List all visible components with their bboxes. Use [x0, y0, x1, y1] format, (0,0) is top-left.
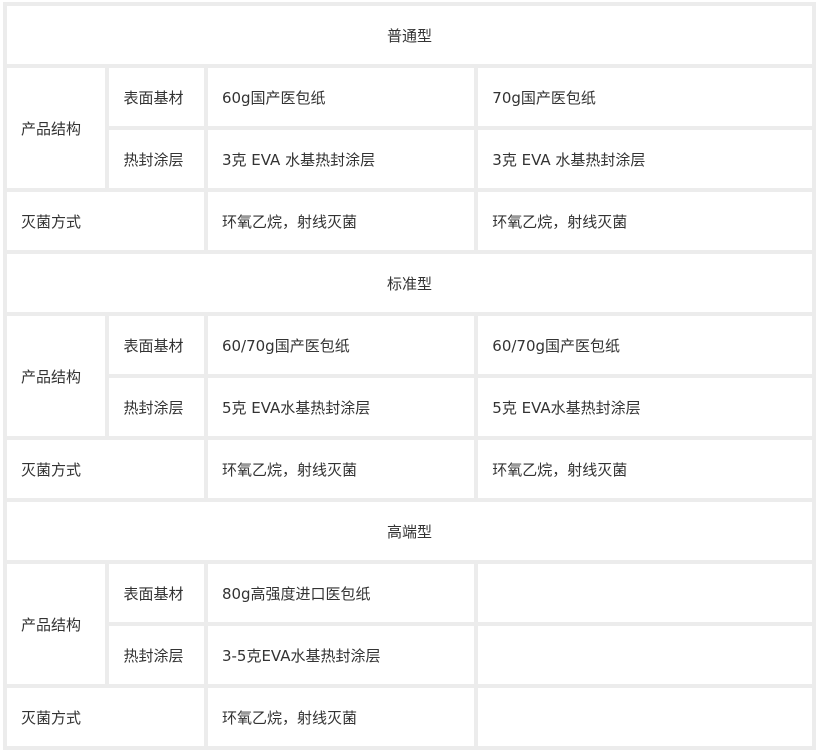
table-cell: [478, 688, 812, 746]
row-label: 表面基材: [109, 316, 204, 374]
table-row: 热封涂层 5克 EVA水基热封涂层 5克 EVA水基热封涂层: [7, 378, 812, 436]
table-row: 热封涂层 3克 EVA 水基热封涂层 3克 EVA 水基热封涂层: [7, 130, 812, 188]
section-title: 高端型: [7, 502, 812, 560]
structure-label: 产品结构: [7, 564, 106, 684]
table-cell: [478, 564, 812, 622]
table-cell: 3克 EVA 水基热封涂层: [207, 130, 475, 188]
row-label: 热封涂层: [109, 626, 204, 684]
table-cell: 环氧乙烷，射线灭菌: [207, 688, 475, 746]
table-cell: 5克 EVA水基热封涂层: [207, 378, 475, 436]
section-title: 标准型: [7, 254, 812, 312]
table-cell: 80g高强度进口医包纸: [207, 564, 475, 622]
row-label: 表面基材: [109, 564, 204, 622]
sterilization-label: 灭菌方式: [7, 440, 204, 498]
table-cell: 环氧乙烷，射线灭菌: [207, 440, 475, 498]
section-title-row: 普通型: [7, 6, 812, 64]
sterilization-label: 灭菌方式: [7, 688, 204, 746]
section-title-row: 标准型: [7, 254, 812, 312]
sterilization-label: 灭菌方式: [7, 192, 204, 250]
table-cell: 60/70g国产医包纸: [207, 316, 475, 374]
table-row: 产品结构 表面基材 80g高强度进口医包纸: [7, 564, 812, 684]
table-cell: 3-5克EVA水基热封涂层: [207, 626, 475, 684]
row-label: 表面基材: [109, 68, 204, 126]
table-cell: 环氧乙烷，射线灭菌: [207, 192, 475, 250]
table-cell: 环氧乙烷，射线灭菌: [478, 192, 812, 250]
table-cell: 3克 EVA 水基热封涂层: [478, 130, 812, 188]
table-cell: 环氧乙烷，射线灭菌: [478, 440, 812, 498]
table-cell: 60g国产医包纸: [207, 68, 475, 126]
row-label: 热封涂层: [109, 130, 204, 188]
table-row: 灭菌方式 环氧乙烷，射线灭菌 环氧乙烷，射线灭菌: [7, 440, 812, 498]
table-cell: 5克 EVA水基热封涂层: [478, 378, 812, 436]
spec-table: 普通型 产品结构 表面基材 60g国产医包纸 70g国产医包纸 热封涂层 3克 …: [3, 2, 816, 750]
section-title: 普通型: [7, 6, 812, 64]
table-row: 灭菌方式 环氧乙烷，射线灭菌: [7, 688, 812, 746]
row-label: 热封涂层: [109, 378, 204, 436]
table-row: 热封涂层 3-5克EVA水基热封涂层: [7, 626, 812, 684]
table-row: 产品结构 表面基材 60/70g国产医包纸 60/70g国产医包纸: [7, 316, 812, 436]
table-cell: [478, 626, 812, 684]
structure-label: 产品结构: [7, 68, 106, 188]
structure-label: 产品结构: [7, 316, 106, 436]
table-row: 产品结构 表面基材 60g国产医包纸 70g国产医包纸: [7, 68, 812, 188]
table-cell: 70g国产医包纸: [478, 68, 812, 126]
table-cell: 60/70g国产医包纸: [478, 316, 812, 374]
section-title-row: 高端型: [7, 502, 812, 560]
table-row: 灭菌方式 环氧乙烷，射线灭菌 环氧乙烷，射线灭菌: [7, 192, 812, 250]
